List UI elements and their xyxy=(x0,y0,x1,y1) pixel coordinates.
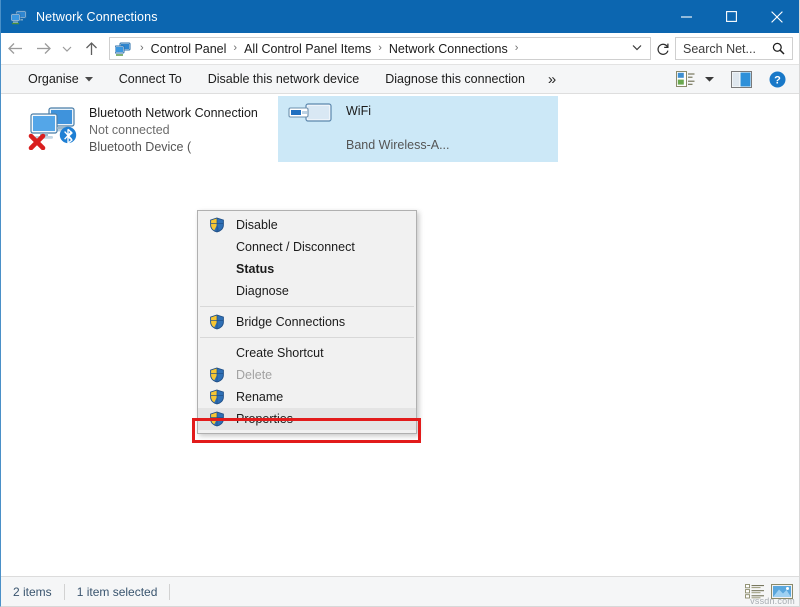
command-organise-label: Organise xyxy=(28,72,79,86)
menu-item-icon-placeholder xyxy=(209,283,225,299)
network-connections-icon xyxy=(11,9,27,25)
breadcrumb-dropdown-icon[interactable] xyxy=(624,43,650,54)
address-bar: › Control Panel › All Control Panel Item… xyxy=(1,33,799,64)
change-view-dropdown-icon[interactable] xyxy=(700,66,719,92)
connection-status xyxy=(346,120,450,137)
menu-item-diagnose[interactable]: Diagnose xyxy=(198,280,416,302)
svg-text:?: ? xyxy=(774,74,781,86)
up-button[interactable] xyxy=(77,35,105,63)
close-button[interactable] xyxy=(754,0,799,33)
search-placeholder: Search Net... xyxy=(676,42,772,56)
window-controls xyxy=(664,0,799,33)
status-selection: 1 item selected xyxy=(77,585,158,599)
forward-button[interactable] xyxy=(29,35,57,63)
explorer-window: Network Connections xyxy=(0,0,800,607)
list-item-text: WiFi Band Wireless-A... xyxy=(346,100,450,154)
breadcrumb-item-network-connections[interactable]: Network Connections xyxy=(387,42,510,56)
menu-separator xyxy=(200,306,414,307)
menu-separator xyxy=(200,337,414,338)
list-item-text: Bluetooth Network Connection Not connect… xyxy=(89,102,258,156)
command-diagnose-connection-label: Diagnose this connection xyxy=(385,72,525,86)
window-title: Network Connections xyxy=(36,10,158,24)
breadcrumb-separator: › xyxy=(510,43,524,54)
menu-item-create-shortcut-label: Create Shortcut xyxy=(236,346,324,360)
menu-item-rename-label: Rename xyxy=(236,390,283,404)
status-divider xyxy=(169,584,170,600)
connection-device: Band Wireless-A... xyxy=(346,137,450,154)
menu-item-status[interactable]: Status xyxy=(198,258,416,280)
menu-item-status-label: Status xyxy=(236,262,274,276)
minimize-button[interactable] xyxy=(664,0,709,33)
breadcrumb[interactable]: › Control Panel › All Control Panel Item… xyxy=(109,37,651,60)
maximize-button[interactable] xyxy=(709,0,754,33)
status-divider xyxy=(64,584,65,600)
menu-item-icon-placeholder xyxy=(209,345,225,361)
menu-item-delete: Delete xyxy=(198,364,416,386)
command-disable-network-device[interactable]: Disable this network device xyxy=(195,67,372,91)
breadcrumb-separator: › xyxy=(135,43,149,54)
breadcrumb-item-all-control-panel-items[interactable]: All Control Panel Items xyxy=(242,42,373,56)
breadcrumb-item-control-panel[interactable]: Control Panel xyxy=(149,42,229,56)
menu-item-properties-label: Properties xyxy=(236,412,293,426)
command-bar: Organise Connect To Disable this network… xyxy=(1,64,799,94)
connection-name: WiFi xyxy=(346,103,450,120)
connection-status: Not connected xyxy=(89,122,258,139)
menu-item-delete-label: Delete xyxy=(236,368,272,382)
change-view-icon[interactable] xyxy=(671,66,700,92)
shield-icon xyxy=(209,314,225,330)
breadcrumb-network-icon xyxy=(115,41,131,57)
back-button[interactable] xyxy=(1,35,29,63)
shield-icon xyxy=(209,367,225,383)
menu-item-create-shortcut[interactable]: Create Shortcut xyxy=(198,342,416,364)
menu-item-connect-disconnect[interactable]: Connect / Disconnect xyxy=(198,236,416,258)
command-diagnose-connection[interactable]: Diagnose this connection xyxy=(372,67,538,91)
menu-item-diagnose-label: Diagnose xyxy=(236,284,289,298)
help-icon[interactable]: ? xyxy=(764,66,791,92)
shield-icon xyxy=(209,217,225,233)
command-disable-network-device-label: Disable this network device xyxy=(208,72,359,86)
status-bar: 2 items 1 item selected xyxy=(1,576,799,606)
search-input[interactable]: Search Net... xyxy=(675,37,793,60)
refresh-button[interactable] xyxy=(651,37,675,60)
menu-item-bridge-connections-label: Bridge Connections xyxy=(236,315,345,329)
watermark: vssdn.com xyxy=(750,596,795,606)
list-item-wifi[interactable]: WiFi Band Wireless-A... xyxy=(278,96,558,162)
command-bar-right: ? xyxy=(671,66,799,92)
recent-locations-button[interactable] xyxy=(57,35,77,63)
menu-item-icon-placeholder xyxy=(209,261,225,277)
command-overflow-button[interactable]: » xyxy=(538,67,566,91)
menu-item-properties[interactable]: Properties xyxy=(198,408,416,430)
menu-item-rename[interactable]: Rename xyxy=(198,386,416,408)
breadcrumb-separator: › xyxy=(228,43,242,54)
wifi-adapter-icon xyxy=(284,100,340,148)
chevron-down-icon xyxy=(85,75,93,84)
title-bar: Network Connections xyxy=(1,0,799,33)
menu-item-disable-label: Disable xyxy=(236,218,278,232)
bluetooth-network-icon xyxy=(27,102,83,150)
preview-pane-icon[interactable] xyxy=(719,66,764,92)
list-item-bluetooth-network-connection[interactable]: Bluetooth Network Connection Not connect… xyxy=(21,98,271,162)
connection-name: Bluetooth Network Connection xyxy=(89,105,258,122)
search-icon[interactable] xyxy=(772,42,792,55)
context-menu[interactable]: Disable Connect / Disconnect Status Diag… xyxy=(197,210,417,434)
command-connect-to-label: Connect To xyxy=(119,72,182,86)
connection-device: Bluetooth Device ( xyxy=(89,139,258,156)
command-organise[interactable]: Organise xyxy=(15,67,106,91)
menu-item-icon-placeholder xyxy=(209,239,225,255)
status-item-count: 2 items xyxy=(13,585,52,599)
shield-icon xyxy=(209,389,225,405)
breadcrumb-separator: › xyxy=(373,43,387,54)
menu-item-disable[interactable]: Disable xyxy=(198,214,416,236)
menu-item-bridge-connections[interactable]: Bridge Connections xyxy=(198,311,416,333)
connections-list: Bluetooth Network Connection Not connect… xyxy=(1,94,799,576)
menu-item-connect-disconnect-label: Connect / Disconnect xyxy=(236,240,355,254)
shield-icon xyxy=(209,411,225,427)
command-connect-to[interactable]: Connect To xyxy=(106,67,195,91)
